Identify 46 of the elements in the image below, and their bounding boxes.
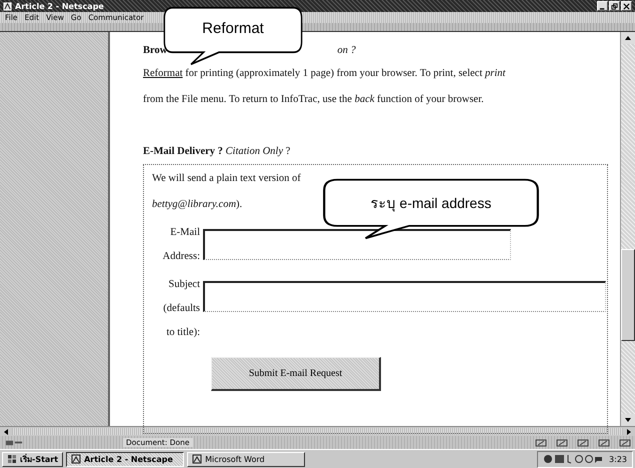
windows-logo-icon (7, 454, 17, 464)
taskbar-button[interactable]: Microsoft Word (187, 452, 306, 466)
paragraph-line: We will send a plain text version of (152, 172, 301, 184)
input-field[interactable] (203, 281, 606, 312)
tray-icons-drawing (543, 454, 604, 464)
window-title: Article 2 - Netscape (15, 2, 104, 10)
close-button[interactable] (621, 1, 632, 11)
section-heading: E-Mail Delivery ? Citation Only ? (143, 146, 290, 156)
component-icon[interactable] (598, 438, 610, 448)
input-field[interactable] (203, 229, 511, 260)
component-icon[interactable] (619, 438, 631, 448)
app-icon (3, 2, 12, 10)
down-arrow-icon[interactable] (624, 416, 632, 424)
component-icon[interactable] (577, 438, 589, 448)
vertical-scrollbar[interactable] (620, 32, 635, 426)
paragraph-line: from the File menu. To return to InfoTrac, use the back function of your browser. (143, 94, 484, 104)
minimize-button[interactable] (597, 1, 608, 11)
up-arrow-icon[interactable] (624, 34, 632, 42)
callout-text: Reformat (201, 20, 265, 37)
clock-text: 3:23 (609, 454, 627, 464)
paragraph-line: bettyg@library.com). (152, 198, 242, 210)
horizontal-scrollbar[interactable] (0, 426, 635, 436)
left-arrow-icon[interactable] (2, 428, 10, 436)
start-button[interactable]: เริ่ม-Start (2, 452, 64, 466)
heading-text: Brow (143, 44, 168, 56)
security-icon (4, 438, 24, 447)
restore-icon (611, 2, 618, 10)
reformat-link[interactable]: Reformat (143, 68, 183, 78)
field-label: E-Mail (170, 226, 200, 240)
submit-button[interactable]: Submit E-mail Request (211, 357, 381, 391)
component-icon[interactable] (556, 438, 568, 448)
right-arrow-icon[interactable] (625, 428, 633, 436)
close-icon (623, 2, 630, 10)
field-label: to title): (166, 326, 200, 340)
scroll-thumb[interactable] (621, 249, 635, 341)
component-icon[interactable] (535, 438, 547, 448)
field-label: Address: (162, 250, 200, 264)
callout-text: ระบุ e-mail address (370, 194, 492, 214)
app-icon (192, 454, 202, 464)
taskbar-button[interactable]: Article 2 - Netscape (66, 452, 184, 466)
paragraph-line: Reformat for printing (approximately 1 page) from your browser. To print, select print (143, 68, 506, 78)
app-icon (71, 454, 82, 464)
field-label: (defaults (163, 302, 200, 316)
field-label: Subject (168, 278, 200, 292)
restore-button[interactable] (609, 1, 620, 11)
heading-text: on ? (337, 44, 356, 56)
